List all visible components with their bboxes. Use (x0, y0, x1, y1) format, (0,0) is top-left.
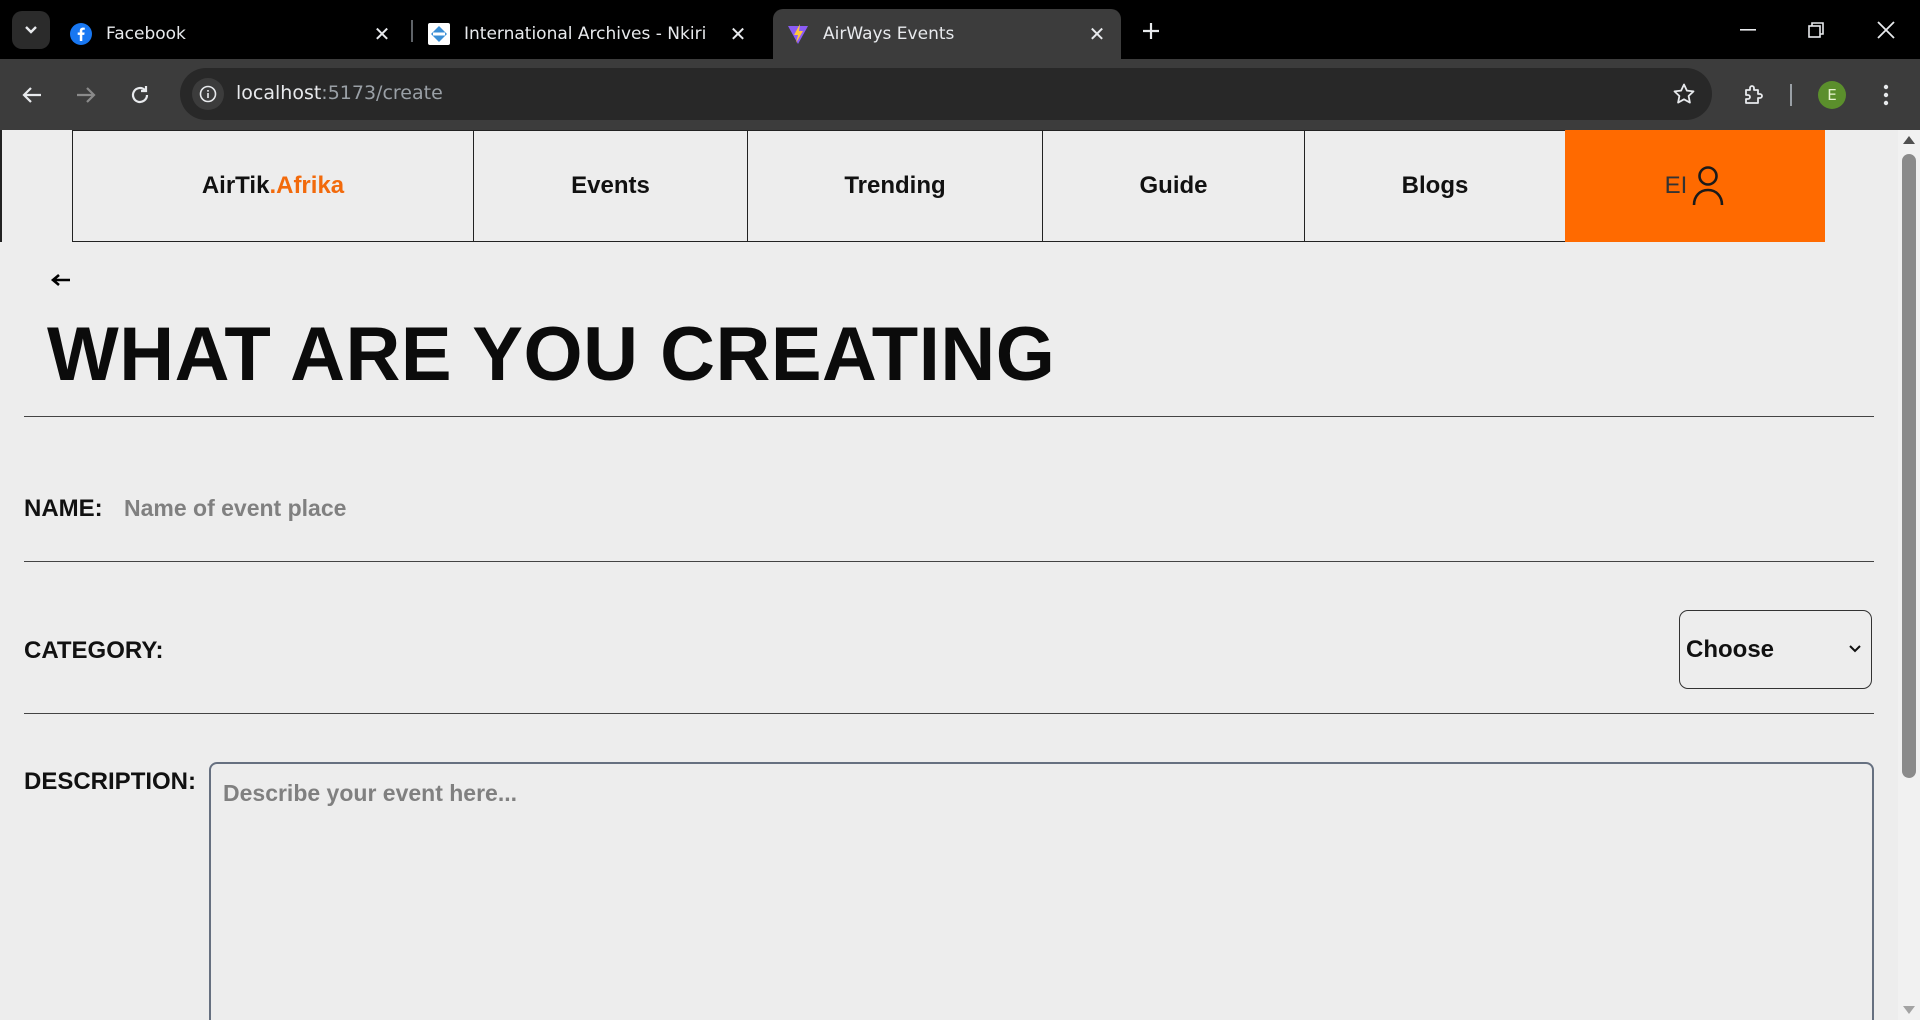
info-icon (199, 85, 217, 103)
tab-title: International Archives - Nkiri (464, 24, 707, 44)
page-viewport: AirTik .Afrika Events Trending Guide Blog… (0, 130, 1920, 1020)
url-host: localhost (236, 82, 322, 104)
scroll-down-arrow-icon[interactable] (1903, 1006, 1915, 1014)
description-textarea[interactable] (209, 762, 1874, 1020)
minimize-button[interactable] (1714, 0, 1782, 59)
tab-facebook[interactable]: Facebook ✕ (56, 9, 406, 59)
close-icon (1877, 20, 1895, 39)
site-info-button[interactable] (192, 78, 224, 110)
page-title: WHAT ARE YOU CREATING (47, 312, 1056, 397)
restore-icon (1808, 21, 1824, 38)
category-selected-value: Choose (1686, 635, 1775, 663)
tab-airways-events[interactable]: AirWays Events ✕ (773, 9, 1121, 59)
browser-toolbar: localhost:5173/create E (0, 59, 1920, 130)
description-label: DESCRIPTION: (24, 768, 197, 795)
event-name-input[interactable] (124, 488, 1124, 528)
close-tab-icon[interactable]: ✕ (368, 20, 396, 48)
tab-separator (411, 20, 413, 42)
site-logo[interactable]: AirTik .Afrika (72, 130, 474, 242)
close-window-button[interactable] (1852, 0, 1920, 59)
restore-button[interactable] (1782, 0, 1850, 59)
new-tab-button[interactable] (1132, 14, 1170, 48)
toolbar-divider (1790, 84, 1792, 106)
forward-button[interactable] (68, 77, 104, 113)
nav-item-guide[interactable]: Guide (1042, 130, 1305, 242)
arrow-left-icon (22, 87, 41, 103)
scroll-thumb[interactable] (1902, 154, 1916, 778)
category-select[interactable]: Choose (1679, 610, 1872, 689)
tab-title: AirWays Events (823, 24, 955, 44)
address-bar[interactable]: localhost:5173/create (180, 68, 1712, 120)
name-label: NAME: (24, 495, 103, 522)
site-navbar: AirTik .Afrika Events Trending Guide Blog… (0, 130, 1898, 242)
close-tab-icon[interactable]: ✕ (1083, 20, 1111, 48)
vite-icon (788, 24, 808, 44)
plus-icon (1143, 23, 1159, 39)
more-vert-icon (1883, 84, 1889, 106)
tab-title: Facebook (106, 24, 186, 44)
back-arrow-icon[interactable] (50, 272, 72, 288)
url-path: :5173/create (321, 82, 443, 104)
nav-item-trending[interactable]: Trending (747, 130, 1043, 242)
tab-nkiri[interactable]: International Archives - Nkiri ✕ (414, 9, 762, 59)
bookmark-button[interactable] (1670, 80, 1698, 108)
browser-menu-button[interactable] (1868, 77, 1904, 113)
nkiri-icon (428, 23, 450, 45)
category-label: CATEGORY: (24, 637, 164, 664)
minimize-icon (1740, 28, 1756, 31)
nav-item-blogs[interactable]: Blogs (1304, 130, 1566, 242)
chevron-down-icon (25, 26, 37, 34)
profile-avatar[interactable]: E (1818, 81, 1846, 109)
logo-accent: .Afrika (269, 172, 345, 199)
back-button[interactable] (14, 77, 50, 113)
extensions-button[interactable] (1736, 77, 1772, 113)
scroll-up-arrow-icon[interactable] (1903, 136, 1915, 144)
page-scrollbar[interactable] (1898, 130, 1920, 1020)
reload-button[interactable] (122, 77, 158, 113)
chevron-down-icon (1849, 645, 1861, 653)
title-divider (24, 416, 1874, 417)
user-menu-button[interactable]: EI (1565, 130, 1825, 242)
nav-edge (0, 130, 2, 242)
url-text: localhost:5173/create (236, 82, 443, 104)
tab-search-button[interactable] (12, 11, 50, 49)
browser-tabstrip: Facebook ✕ International Archives - Nkir… (0, 0, 1920, 59)
facebook-icon (70, 23, 92, 45)
nav-item-events[interactable]: Events (473, 130, 748, 242)
puzzle-icon (1745, 85, 1763, 104)
close-tab-icon[interactable]: ✕ (724, 20, 752, 48)
reload-icon (131, 86, 149, 104)
arrow-right-icon (77, 87, 96, 103)
logo-main: AirTik (201, 172, 270, 199)
name-divider (24, 561, 1874, 562)
category-divider (24, 713, 1874, 714)
star-icon (1673, 83, 1695, 104)
user-icon (1693, 166, 1724, 206)
user-initials: EI (1664, 172, 1688, 199)
